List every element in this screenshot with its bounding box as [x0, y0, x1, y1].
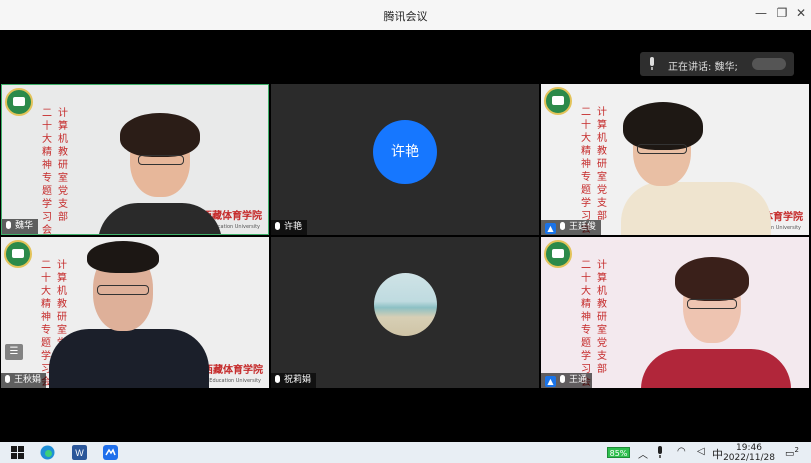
- microphone-icon: [560, 375, 565, 383]
- school-logo-icon: [5, 88, 33, 116]
- school-logo-icon: [544, 87, 572, 115]
- participant-name-tag: 祝莉娟: [271, 373, 317, 388]
- chevron-up-icon[interactable]: ︿: [638, 446, 648, 461]
- school-logo-icon: [544, 240, 572, 268]
- speaking-label: 正在讲话: 魏华;: [668, 62, 738, 73]
- clock[interactable]: 19:46 2022/11/28: [722, 443, 776, 463]
- banner-left: 二十大精神专题学习会: [581, 260, 591, 388]
- clock-date: 2022/11/28: [723, 453, 775, 463]
- participant-avatar: [374, 273, 437, 336]
- school-name: 西藏体育学院: [203, 365, 263, 376]
- video-tile-2[interactable]: 许艳 许艳: [271, 84, 539, 235]
- microphone-icon: [650, 57, 654, 70]
- title-bar: 腾讯会议 — ❐ ✕: [0, 0, 811, 30]
- video-tile-6[interactable]: 二十大精神专题学习会 计算机教研室党支部 ▲王通: [541, 237, 809, 388]
- participant-name-tag: 许艳: [271, 220, 308, 235]
- microphone-icon: [6, 221, 11, 229]
- school-logo-icon: [4, 240, 32, 268]
- windows-start-icon[interactable]: [10, 445, 25, 460]
- speaking-avatar-blur: [752, 58, 786, 70]
- restore-button[interactable]: ❐: [773, 6, 791, 20]
- participant-name-tag: ▲ 王廷俊: [541, 220, 602, 235]
- banner-left: 二十大精神专题学习会: [42, 108, 52, 235]
- banner-left: 二十大精神专题学习会: [581, 107, 591, 235]
- tencent-meeting-icon[interactable]: [103, 445, 118, 460]
- participant-name-tag: 魏华: [2, 219, 39, 234]
- volume-icon[interactable]: ◁: [697, 446, 705, 457]
- notification-count: 2: [794, 446, 799, 454]
- notification-icon[interactable]: ▭2: [785, 446, 799, 459]
- wifi-icon[interactable]: ◠: [677, 446, 686, 457]
- taskbar: W 85% ︿ ◠ ◁ 中 19:46 2022/11/28 ▭2: [0, 442, 811, 463]
- participant-avatar: 许艳: [373, 120, 437, 184]
- microphone-icon: [560, 222, 565, 230]
- banner-right: 计算机教研室党支部: [597, 260, 607, 375]
- microphone-icon: [275, 222, 280, 230]
- minimize-button[interactable]: —: [752, 6, 770, 20]
- video-tile-5[interactable]: 祝莉娟: [271, 237, 539, 388]
- banner-right: 计算机教研室党支部: [597, 107, 607, 222]
- video-tile-3[interactable]: 二十大精神专题学习会 计算机教研室党支部 西藏体育学院 Tibet Physic…: [541, 84, 809, 235]
- battery-indicator[interactable]: 85%: [607, 447, 630, 458]
- edge-icon[interactable]: [40, 445, 55, 460]
- video-tile-1[interactable]: 二十大精神专题学习会 计算机教研室党支部 西藏体育学院 Tibet Physic…: [1, 84, 269, 235]
- banner-right: 计算机教研室党支部: [58, 108, 68, 223]
- microphone-icon: [5, 375, 10, 383]
- clock-time: 19:46: [736, 443, 762, 453]
- video-tile-4[interactable]: 二十大精神专题学习会 计算机教研室党支部 西藏体育学院 Tibet Physic…: [1, 237, 269, 388]
- window-title: 腾讯会议: [383, 10, 428, 23]
- host-icon: ▲: [545, 376, 556, 387]
- microphone-icon: [275, 375, 280, 383]
- microphone-icon[interactable]: [655, 446, 665, 459]
- speaking-indicator: 正在讲话: 魏华;: [640, 52, 794, 76]
- menu-icon[interactable]: ☰: [5, 344, 23, 360]
- participant-name-tag: 王秋娟: [1, 373, 47, 388]
- svg-text:W: W: [75, 448, 84, 458]
- host-icon: ▲: [545, 223, 556, 234]
- word-icon[interactable]: W: [72, 445, 87, 460]
- close-button[interactable]: ✕: [792, 6, 810, 20]
- participant-name-tag: ▲ 王通: [541, 373, 593, 388]
